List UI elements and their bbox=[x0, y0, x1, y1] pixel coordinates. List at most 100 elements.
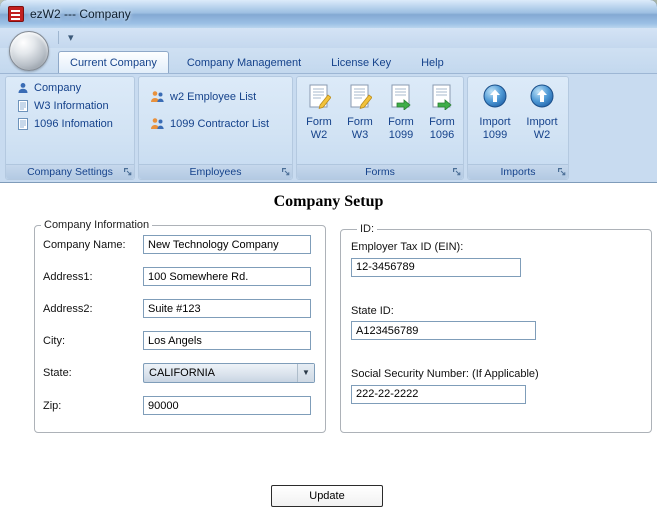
ribbon-button-import-1099[interactable]: Import 1099 bbox=[473, 80, 517, 164]
ribbon-group-caption-label: Imports bbox=[500, 166, 536, 178]
quick-access-toolbar: ▾ bbox=[0, 28, 657, 48]
ribbon-group-caption: Imports bbox=[468, 164, 568, 179]
update-button[interactable]: Update bbox=[271, 485, 383, 507]
form-edit-icon bbox=[350, 84, 372, 109]
app-logo-icon bbox=[8, 6, 24, 22]
state-id-label: State ID: bbox=[351, 304, 394, 317]
ribbon-button-form-1096[interactable]: Form 1096 bbox=[422, 80, 462, 164]
ribbon-button-label-line2: 1096 bbox=[429, 129, 455, 141]
ribbon-button-label-line1: Import bbox=[526, 116, 558, 128]
form-edit-icon bbox=[309, 84, 331, 109]
form-arrow-icon bbox=[391, 84, 411, 110]
tab-help[interactable]: Help bbox=[409, 51, 456, 73]
company-name-label: Company Name: bbox=[43, 238, 126, 251]
state-select-value: CALIFORNIA bbox=[149, 367, 216, 379]
ribbon-button-label-line1: Form bbox=[429, 116, 455, 128]
title-bar[interactable]: ezW2 --- Company bbox=[0, 0, 657, 28]
people-icon bbox=[151, 91, 164, 102]
import-icon bbox=[483, 84, 507, 108]
window-title: ezW2 --- Company bbox=[30, 7, 131, 21]
ribbon-button-label-line2: W2 bbox=[310, 129, 328, 141]
company-information-groupbox: Company Information Company Name: Addres… bbox=[34, 219, 326, 433]
dialog-launcher-icon[interactable] bbox=[123, 167, 132, 176]
ribbon-button-import-w2[interactable]: Import W2 bbox=[520, 80, 564, 164]
zip-label: Zip: bbox=[43, 399, 62, 412]
company-information-legend: Company Information bbox=[44, 219, 150, 231]
ribbon-button-label-line2: 1099 bbox=[388, 129, 414, 141]
dialog-launcher-icon[interactable] bbox=[281, 167, 290, 176]
form-arrow-icon bbox=[432, 84, 452, 110]
ribbon-group-caption: Employees bbox=[139, 164, 292, 179]
ein-input[interactable] bbox=[351, 257, 521, 277]
ribbon-item-label: W3 Information bbox=[34, 100, 109, 112]
ssn-label: Social Security Number: (If Applicable) bbox=[351, 368, 539, 380]
ribbon-button-label-line2: 1099 bbox=[482, 129, 508, 141]
import-icon bbox=[530, 84, 554, 108]
form-row: Zip: bbox=[43, 396, 325, 415]
company-name-input[interactable] bbox=[143, 235, 311, 254]
application-menu-button[interactable] bbox=[9, 31, 49, 71]
app-window: ezW2 --- Company ▾ Current Company Compa… bbox=[0, 0, 657, 528]
address1-label: Address1: bbox=[43, 270, 93, 283]
ribbon-item-1099-contractor-list[interactable]: 1099 Contractor List bbox=[147, 116, 292, 131]
city-input[interactable] bbox=[143, 331, 311, 350]
ribbon-button-label-line2: W3 bbox=[351, 129, 369, 141]
dialog-launcher-icon[interactable] bbox=[557, 167, 566, 176]
zip-input[interactable] bbox=[143, 396, 311, 415]
combo-dropdown-arrow-icon[interactable]: ▼ bbox=[297, 364, 314, 382]
state-label: State: bbox=[43, 367, 72, 379]
ribbon-group-caption: Company Settings bbox=[6, 164, 134, 179]
state-id-input[interactable] bbox=[351, 321, 536, 340]
ribbon-group-imports: Import 1099 Import W2 Imports bbox=[467, 76, 569, 180]
form-row: Address1: bbox=[43, 267, 325, 286]
ribbon-item-label: w2 Employee List bbox=[170, 90, 257, 103]
page-title: Company Setup bbox=[273, 193, 384, 210]
form-row: State: CALIFORNIA ▼ bbox=[43, 363, 325, 383]
ribbon-group-company-settings: Company W3 Information 1096 Infomation C… bbox=[5, 76, 135, 180]
id-legend: ID: bbox=[360, 223, 375, 235]
toolbar-separator bbox=[58, 31, 59, 44]
address2-label: Address2: bbox=[43, 302, 93, 315]
form-row: Company Name: bbox=[43, 235, 325, 254]
document-icon bbox=[18, 118, 28, 130]
ribbon-button-form-w2[interactable]: Form W2 bbox=[299, 80, 339, 164]
ribbon-item-w3-information[interactable]: W3 Information bbox=[14, 99, 134, 113]
ribbon-button-label-line1: Form bbox=[347, 116, 373, 128]
ribbon-button-form-w3[interactable]: Form W3 bbox=[340, 80, 380, 164]
ribbon-item-company[interactable]: Company bbox=[14, 81, 134, 95]
tab-company-management[interactable]: Company Management bbox=[175, 51, 313, 73]
person-icon bbox=[18, 83, 28, 93]
form-row: City: bbox=[43, 331, 325, 350]
ribbon-button-label-line1: Form bbox=[388, 116, 414, 128]
ribbon-button-label-line1: Import bbox=[479, 116, 511, 128]
address2-input[interactable] bbox=[143, 299, 311, 318]
ribbon-item-1096-information[interactable]: 1096 Infomation bbox=[14, 117, 134, 131]
chevron-down-icon[interactable]: ▾ bbox=[64, 29, 78, 46]
ribbon: Company W3 Information 1096 Infomation C… bbox=[0, 74, 657, 182]
document-icon bbox=[18, 100, 28, 112]
state-select[interactable]: CALIFORNIA ▼ bbox=[143, 363, 315, 383]
ribbon-item-label: 1099 Contractor List bbox=[170, 117, 270, 130]
main-content: Company Setup Company Information Compan… bbox=[0, 182, 657, 528]
ribbon-group-employees: w2 Employee List 1099 Contractor List Em… bbox=[138, 76, 293, 180]
ribbon-group-caption-label: Company Settings bbox=[27, 166, 113, 178]
ribbon-group-caption-label: Employees bbox=[189, 166, 242, 178]
id-groupbox: ID: Employer Tax ID (EIN): State ID: Soc… bbox=[340, 223, 652, 433]
tab-license-key[interactable]: License Key bbox=[319, 51, 403, 73]
ribbon-tab-bar: Current Company Company Management Licen… bbox=[0, 48, 657, 74]
ribbon-group-caption: Forms bbox=[297, 164, 463, 179]
ein-label: Employer Tax ID (EIN): bbox=[351, 241, 464, 253]
form-row: Address2: bbox=[43, 299, 325, 318]
dialog-launcher-icon[interactable] bbox=[452, 167, 461, 176]
ribbon-button-label-line2: W2 bbox=[533, 129, 551, 141]
ribbon-button-label-line1: Form bbox=[306, 116, 332, 128]
ribbon-item-label: 1096 Infomation bbox=[34, 118, 113, 130]
tab-current-company[interactable]: Current Company bbox=[58, 51, 169, 73]
address1-input[interactable] bbox=[143, 267, 311, 286]
ribbon-group-forms: Form W2 Form W3 Form 1099 Form 1096 Form… bbox=[296, 76, 464, 180]
ribbon-group-caption-label: Forms bbox=[365, 166, 395, 178]
ribbon-item-label: Company bbox=[34, 82, 82, 94]
ribbon-button-form-1099[interactable]: Form 1099 bbox=[381, 80, 421, 164]
ribbon-item-w2-employee-list[interactable]: w2 Employee List bbox=[147, 89, 292, 104]
ssn-input[interactable] bbox=[351, 384, 526, 404]
